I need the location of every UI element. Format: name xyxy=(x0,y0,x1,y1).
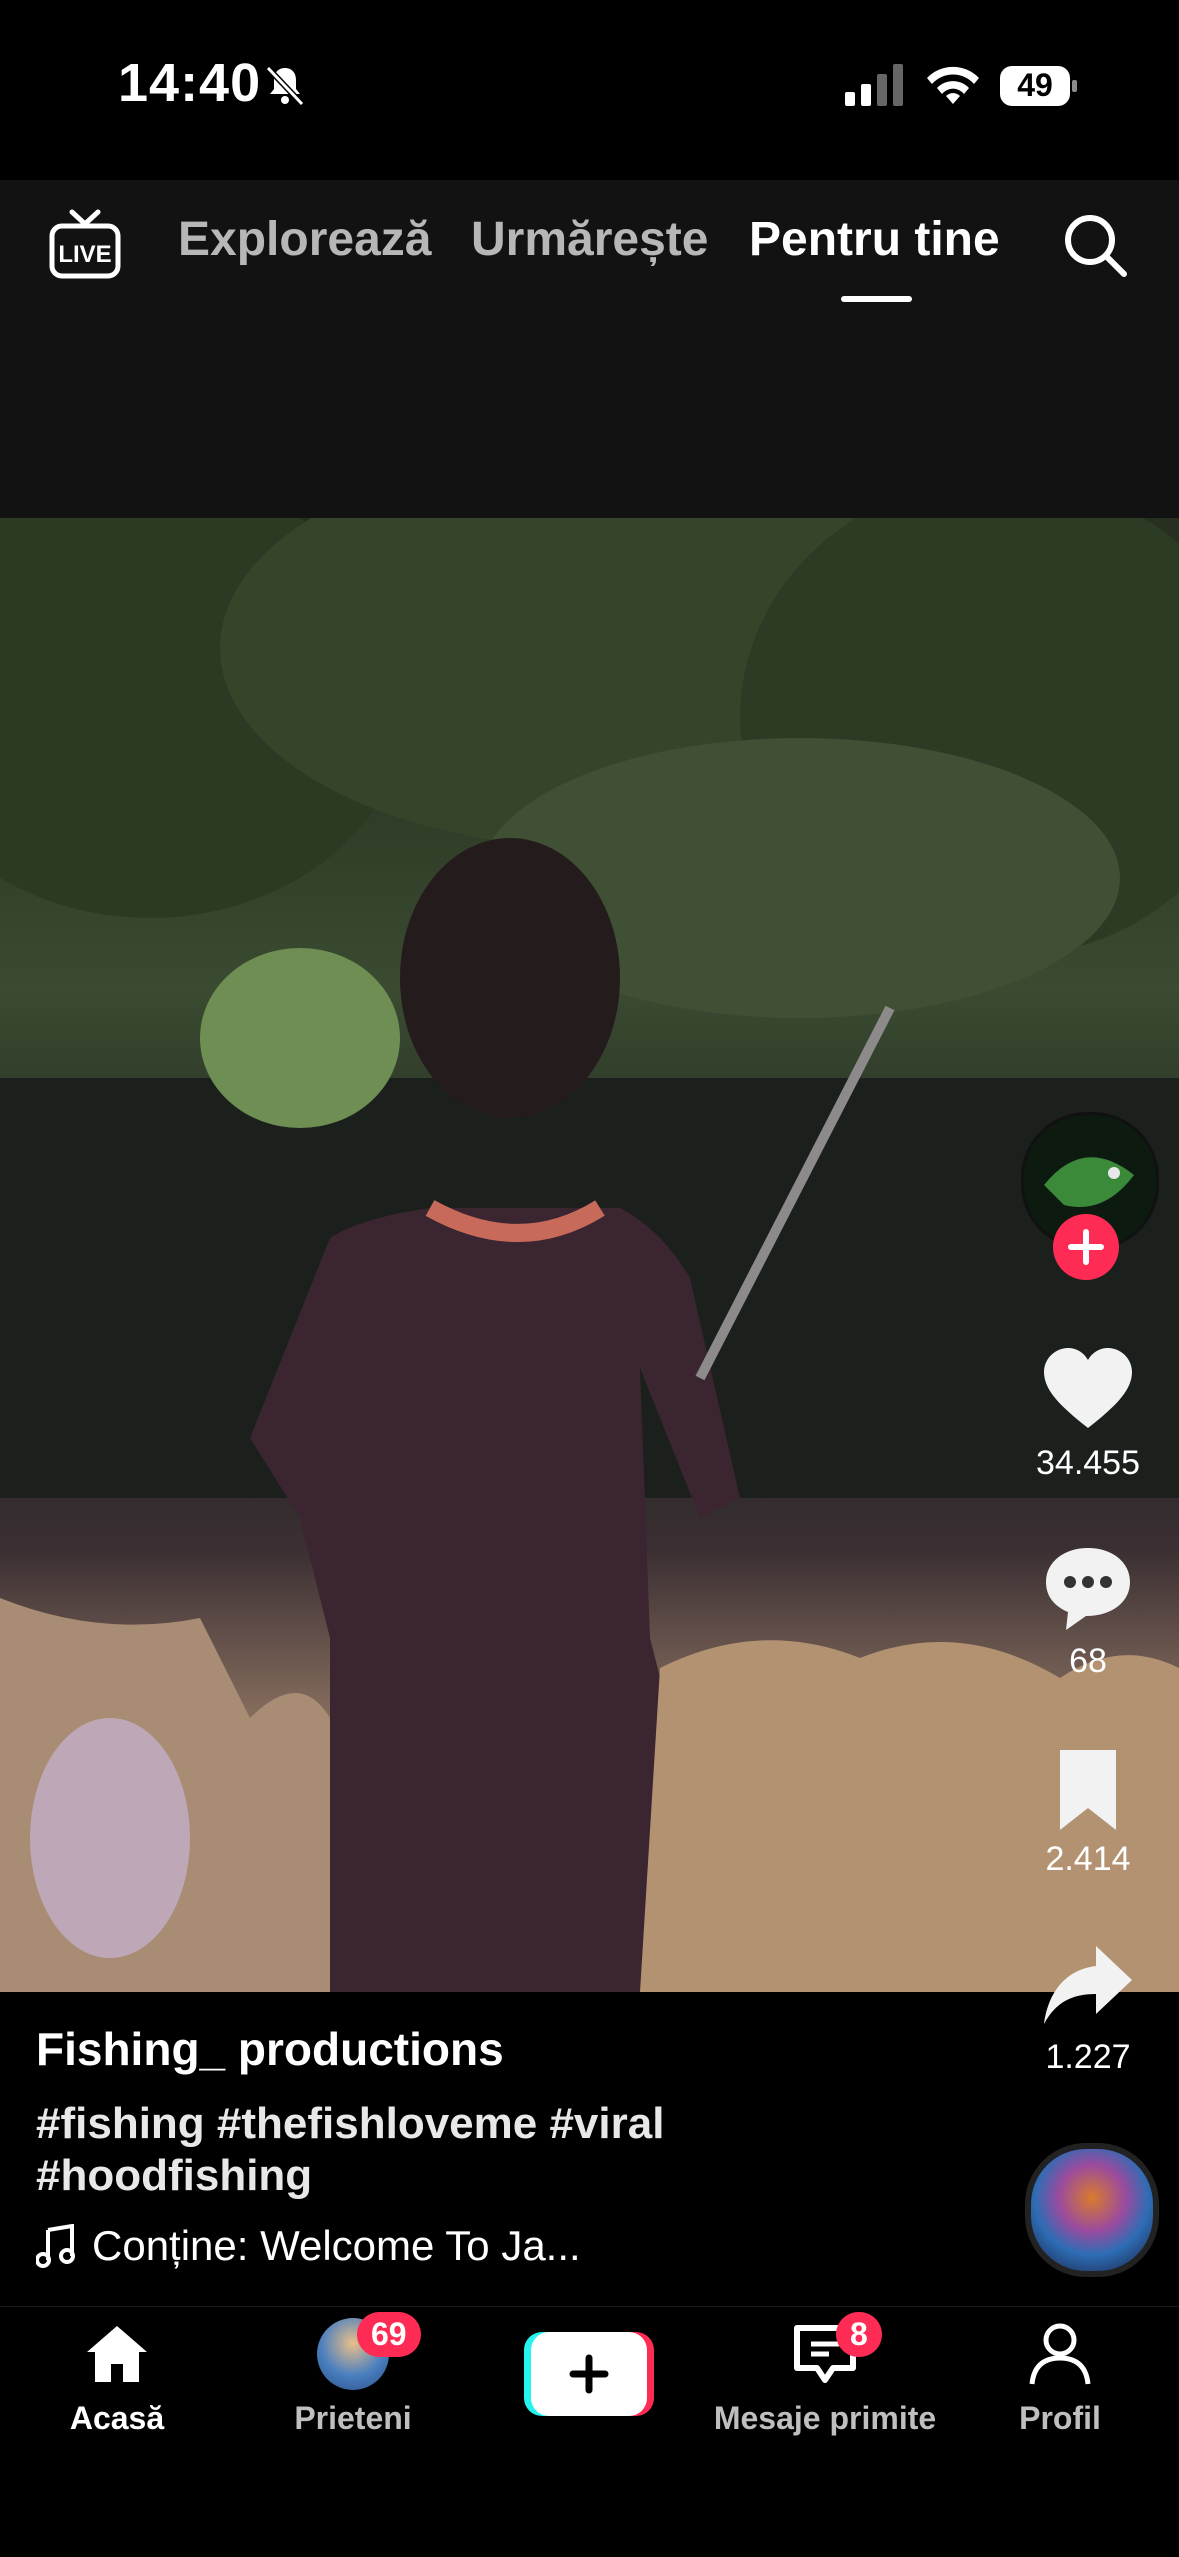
svg-text:LIVE: LIVE xyxy=(58,241,111,268)
tab-home[interactable]: Acasă xyxy=(17,2318,217,2437)
tab-profile-label: Profil xyxy=(1019,2400,1101,2436)
profile-person-icon xyxy=(1029,2323,1091,2385)
bookmark-icon[interactable] xyxy=(1040,1742,1136,1838)
music-disc[interactable] xyxy=(1025,2143,1159,2277)
tab-inbox-label: Mesaje primite xyxy=(713,2400,937,2436)
follow-button[interactable] xyxy=(1053,1214,1119,1280)
wifi-icon xyxy=(927,66,979,104)
music-title: Conține: Welcome To Ja... xyxy=(92,2222,581,2269)
tab-profile[interactable]: Profil xyxy=(960,2318,1160,2437)
mute-bell-icon xyxy=(265,65,305,107)
battery-indicator: 49 xyxy=(1000,66,1078,108)
tab-home-label: Acasă xyxy=(69,2400,165,2436)
tab-inbox[interactable]: Mesaje primite 8 xyxy=(710,2312,940,2437)
tab-following[interactable]: Urmărește xyxy=(471,212,708,267)
post-caption[interactable]: #fishing #thefishloveme #viral #hoodfish… xyxy=(36,2098,736,2202)
live-tv-icon[interactable]: LIVE xyxy=(48,208,122,282)
cellular-signal-icon xyxy=(845,64,903,106)
friends-badge: 69 xyxy=(357,2312,421,2357)
heart-icon[interactable] xyxy=(1040,1342,1136,1438)
inbox-badge: 8 xyxy=(836,2312,882,2357)
author-username[interactable]: Fishing_ productions xyxy=(36,2022,504,2076)
create-button[interactable] xyxy=(524,2332,654,2416)
saves-count: 2.414 xyxy=(1045,1840,1131,1878)
shares-count: 1.227 xyxy=(1045,2038,1131,2076)
tab-explore[interactable]: Explorează xyxy=(178,212,431,267)
plus-icon xyxy=(569,2354,609,2394)
likes-count: 34.455 xyxy=(1036,1444,1140,1482)
battery-level: 49 xyxy=(1017,67,1053,103)
video-frame-image xyxy=(0,518,1179,1992)
tab-friends[interactable]: Prieteni 69 xyxy=(253,2312,453,2437)
comments-count: 68 xyxy=(1069,1642,1107,1680)
status-time: 14:40 xyxy=(118,53,262,113)
tab-for-you[interactable]: Pentru tine xyxy=(749,212,1000,267)
music-note-icon xyxy=(36,2224,75,2268)
home-icon xyxy=(87,2326,147,2382)
active-tab-indicator xyxy=(841,296,912,302)
search-icon[interactable] xyxy=(1060,210,1130,280)
tab-friends-label: Prieteni xyxy=(294,2400,412,2436)
comment-icon[interactable] xyxy=(1040,1540,1136,1636)
music-info[interactable]: Conține: Welcome To Ja... xyxy=(36,2222,581,2270)
share-arrow-icon[interactable] xyxy=(1040,1938,1136,2034)
plus-icon xyxy=(1068,1229,1104,1265)
video-player[interactable] xyxy=(0,518,1179,1992)
